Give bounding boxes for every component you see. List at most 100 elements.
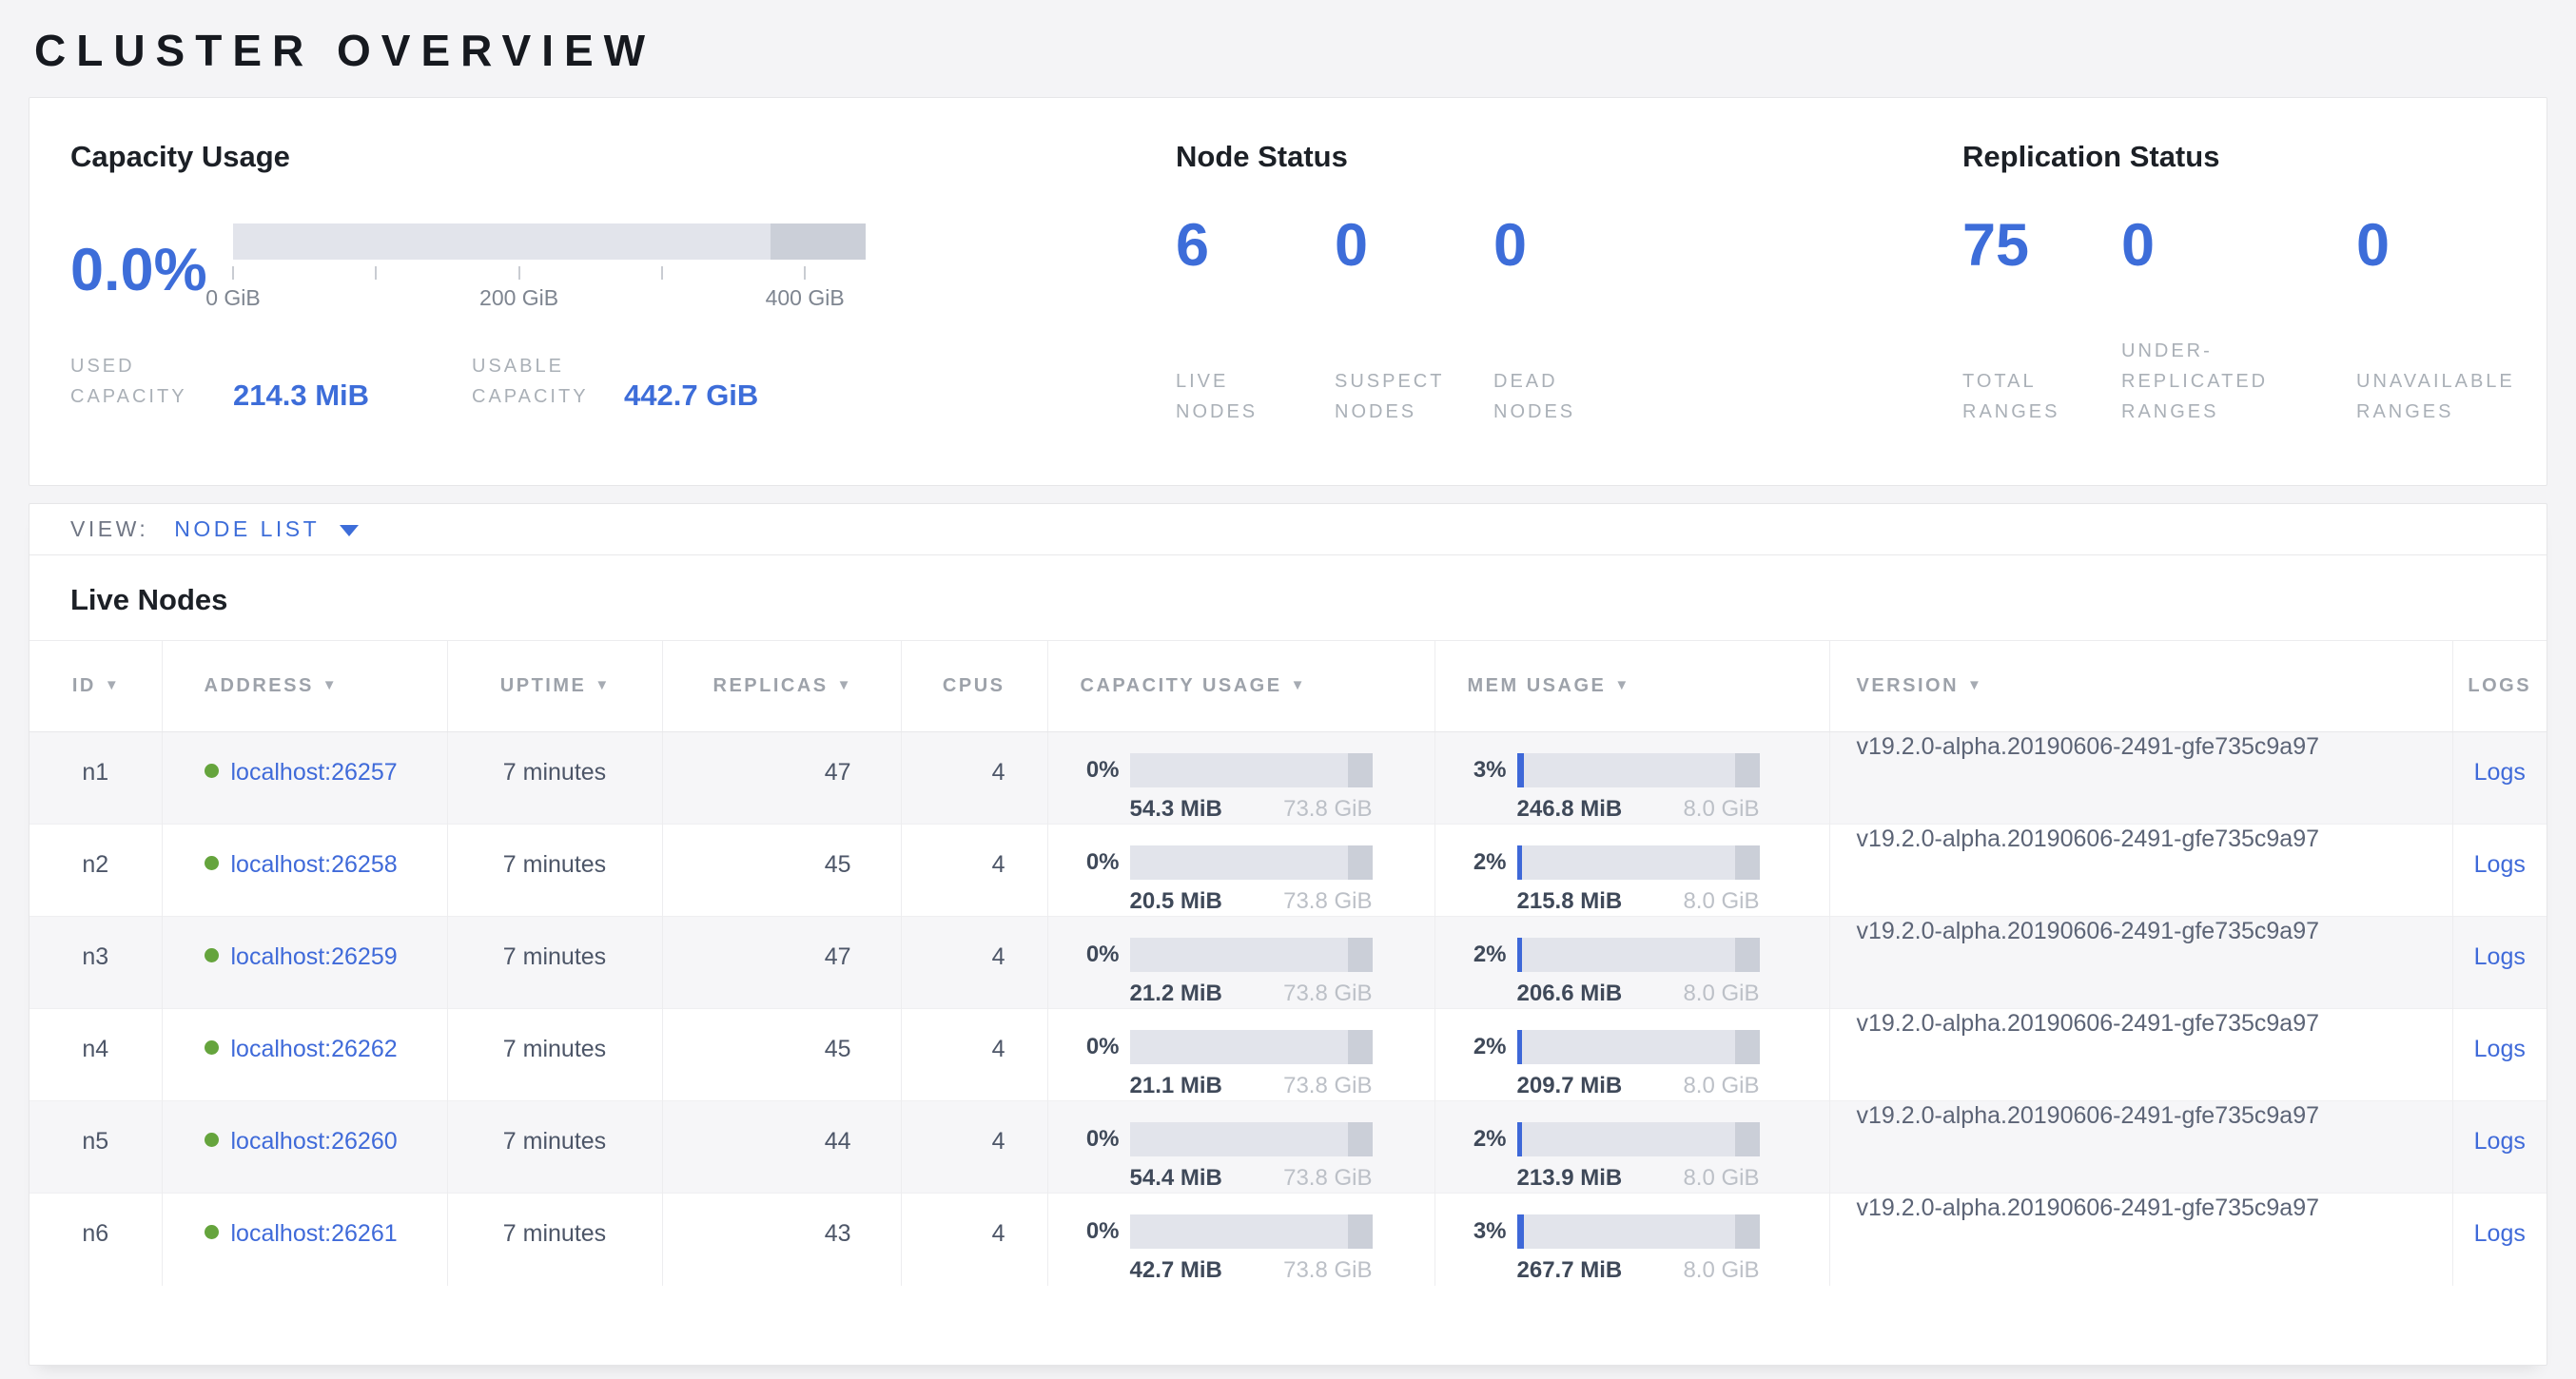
column-header-cpus: CPUS (901, 641, 1047, 732)
mem-mini-bar-fill (1517, 845, 1522, 880)
node-logs-link[interactable]: Logs (2474, 851, 2526, 878)
capacity-mini-bar (1130, 753, 1373, 787)
node-id-cell: n5 (29, 1101, 162, 1194)
node-uptime-cell: 7 minutes (447, 1194, 662, 1286)
capacity-bar-axis: 0 GiB200 GiB400 GiB (233, 260, 866, 317)
node-address-cell: localhost:26257 (162, 732, 447, 825)
node-logs-link[interactable]: Logs (2474, 943, 2526, 970)
stat-label-line: RANGES (1962, 397, 2112, 427)
mem-mini-bar (1517, 938, 1760, 972)
capacity-mini-bar (1130, 1214, 1373, 1249)
column-header-label: LOGS (2468, 675, 2531, 696)
capacity-mini-bar (1130, 1122, 1373, 1156)
mem-usage-meter: 2% 213.9 MiB 8.0 GiB (1468, 1122, 1828, 1192)
node-replicas-cell: 45 (662, 825, 901, 917)
stat-label-line: REPLICATED (2121, 366, 2347, 397)
page-title: CLUSTER OVERVIEW (29, 0, 2547, 97)
node-address-link[interactable]: localhost:26259 (231, 943, 398, 970)
capacity-usage-meter: 0% 54.4 MiB 73.8 GiB (1081, 1122, 1434, 1192)
node-address-link[interactable]: localhost:26261 (231, 1220, 398, 1247)
view-label: VIEW: (70, 516, 148, 542)
node-mem-usage-cell: 2% 209.7 MiB 8.0 GiB (1434, 1009, 1829, 1101)
node-version-cell: v19.2.0-alpha.20190606-2491-gfe735c9a97 (1829, 732, 2452, 825)
capacity-used-value: 54.3 MiB (1130, 796, 1222, 823)
column-header-label: VERSION (1857, 675, 1960, 696)
column-header-uptime[interactable]: UPTIME▼ (447, 641, 662, 732)
node-logs-cell: Logs (2452, 1101, 2547, 1194)
mem-mini-bar-reserved (1735, 845, 1760, 880)
stat-label-line: SUSPECT (1335, 366, 1484, 397)
node-mem-usage-cell: 3% 246.8 MiB 8.0 GiB (1434, 732, 1829, 825)
node-address-link[interactable]: localhost:26257 (231, 759, 398, 786)
chevron-down-icon (340, 525, 359, 536)
replication-stat-value: 75 (1962, 216, 2112, 276)
table-row: n6 localhost:26261 7 minutes 43 4 0% 42.… (29, 1194, 2547, 1286)
axis-tick-label: 0 GiB (205, 285, 261, 311)
capacity-usage-meter: 0% 21.2 MiB 73.8 GiB (1081, 938, 1434, 1007)
node-address-link[interactable]: localhost:26260 (231, 1128, 398, 1155)
node-mem-usage-cell: 2% 206.6 MiB 8.0 GiB (1434, 917, 1829, 1009)
replication-status-heading: Replication Status (1962, 140, 2547, 174)
axis-tick-mark (804, 266, 806, 280)
replication-stat-value: 0 (2356, 216, 2515, 276)
capacity-percent-label: 0% (1081, 1030, 1130, 1064)
view-dropdown[interactable]: NODE LIST (174, 516, 359, 542)
node-logs-cell: Logs (2452, 917, 2547, 1009)
mem-max-value: 8.0 GiB (1683, 1073, 1759, 1099)
node-stat-value: 6 (1176, 216, 1325, 276)
mem-mini-bar (1517, 1122, 1760, 1156)
node-address-link[interactable]: localhost:26258 (231, 851, 398, 878)
node-address-cell: localhost:26260 (162, 1101, 447, 1194)
capacity-used-value: 21.1 MiB (1130, 1073, 1222, 1099)
usable-capacity-stat: USABLECAPACITY442.7 GiB (472, 351, 758, 412)
mem-mini-bar-reserved (1735, 1122, 1760, 1156)
node-address-cell: localhost:26262 (162, 1009, 447, 1101)
column-header-capacity-usage[interactable]: CAPACITY USAGE▼ (1047, 641, 1434, 732)
node-cpus-cell: 4 (901, 1101, 1047, 1194)
node-capacity-usage-cell: 0% 42.7 MiB 73.8 GiB (1047, 1194, 1434, 1286)
mem-usage-meter: 3% 246.8 MiB 8.0 GiB (1468, 753, 1828, 823)
mem-mini-bar-fill (1517, 753, 1525, 787)
node-logs-link[interactable]: Logs (2474, 1220, 2526, 1247)
table-header-row: ID▼ADDRESS▼UPTIME▼REPLICAS▼CPUSCAPACITY … (29, 641, 2547, 732)
replication-stat-label: UNAVAILABLERANGES (2356, 366, 2515, 427)
table-row: n2 localhost:26258 7 minutes 45 4 0% 20.… (29, 825, 2547, 917)
capacity-percent-label: 0% (1081, 1214, 1130, 1249)
mem-used-value: 206.6 MiB (1517, 981, 1623, 1007)
node-logs-link[interactable]: Logs (2474, 759, 2526, 786)
column-header-mem-usage[interactable]: MEM USAGE▼ (1434, 641, 1829, 732)
capacity-mini-bar (1130, 1030, 1373, 1064)
node-version-cell: v19.2.0-alpha.20190606-2491-gfe735c9a97 (1829, 825, 2452, 917)
node-logs-link[interactable]: Logs (2474, 1036, 2526, 1062)
table-row: n3 localhost:26259 7 minutes 47 4 0% 21.… (29, 917, 2547, 1009)
view-dropdown-value: NODE LIST (174, 516, 320, 542)
column-header-replicas[interactable]: REPLICAS▼ (662, 641, 901, 732)
axis-tick-mark (375, 266, 377, 280)
sort-arrow-icon: ▼ (105, 677, 119, 693)
stat-label-line: UNDER- (2121, 336, 2347, 366)
column-header-id[interactable]: ID▼ (29, 641, 162, 732)
axis-tick-mark (661, 266, 663, 280)
capacity-mini-bar-reserved (1348, 1122, 1373, 1156)
axis-tick-label: 400 GiB (766, 285, 845, 311)
table-row: n4 localhost:26262 7 minutes 45 4 0% 21.… (29, 1009, 2547, 1101)
column-header-label: MEM USAGE (1468, 675, 1607, 696)
node-logs-link[interactable]: Logs (2474, 1128, 2526, 1155)
node-address-link[interactable]: localhost:26262 (231, 1036, 398, 1062)
capacity-mini-bar (1130, 938, 1373, 972)
capacity-max-value: 73.8 GiB (1283, 1165, 1372, 1192)
node-uptime-cell: 7 minutes (447, 917, 662, 1009)
column-header-address[interactable]: ADDRESS▼ (162, 641, 447, 732)
mem-max-value: 8.0 GiB (1683, 796, 1759, 823)
axis-tick-mark (232, 266, 234, 280)
sort-arrow-icon: ▼ (595, 677, 609, 693)
column-header-version[interactable]: VERSION▼ (1829, 641, 2452, 732)
capacity-mini-bar-reserved (1348, 1214, 1373, 1249)
replication-stat-under--replicated-ranges: 0UNDER-REPLICATEDRANGES (2121, 216, 2356, 427)
mem-used-value: 267.7 MiB (1517, 1257, 1623, 1284)
replication-stat-unavailable-ranges: 0 UNAVAILABLERANGES (2356, 216, 2525, 427)
stat-label-line: USED (70, 351, 233, 381)
mem-percent-label: 3% (1468, 753, 1517, 787)
mem-max-value: 8.0 GiB (1683, 1165, 1759, 1192)
replication-stat-total-ranges: 75TOTALRANGES (1962, 216, 2121, 427)
